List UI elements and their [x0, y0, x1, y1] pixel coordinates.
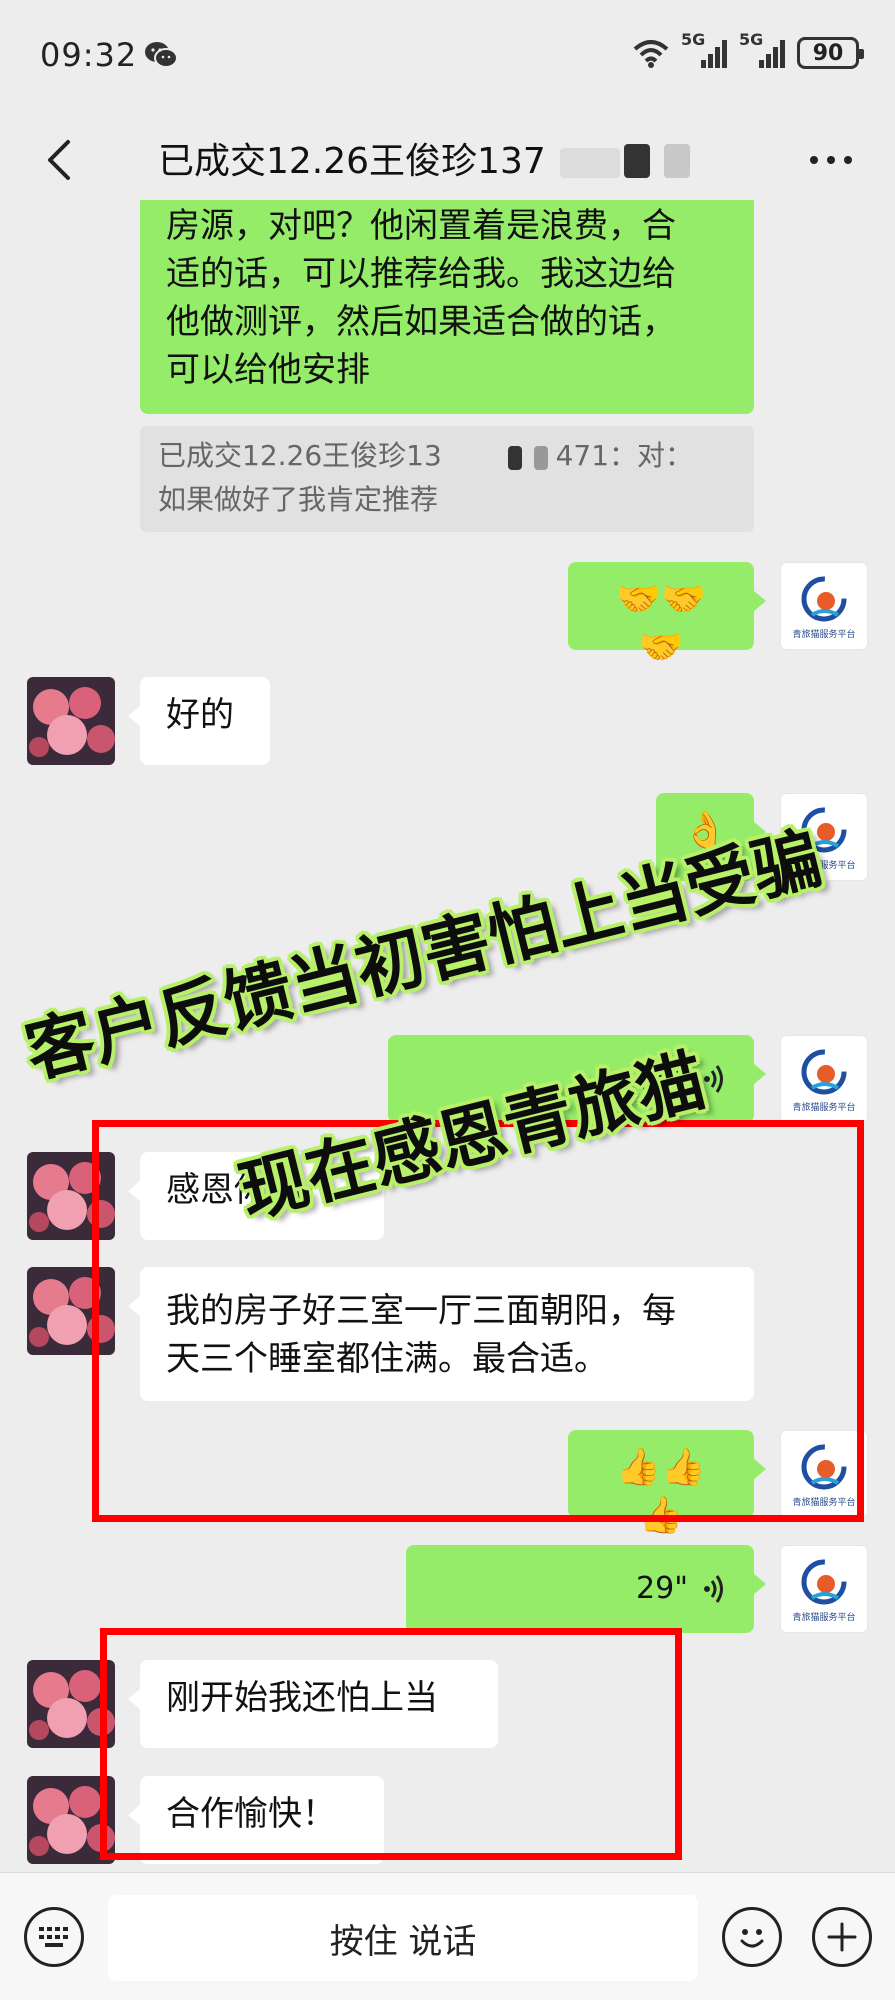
redacted-block [534, 446, 548, 470]
highlight-box [100, 1628, 682, 1860]
avatar-self[interactable]: 青旅猫服务平台 [780, 1545, 868, 1633]
avatar-self[interactable]: 青旅猫服务平台 [780, 793, 868, 881]
back-button[interactable] [28, 130, 88, 190]
message-bubble-contact[interactable]: 好的 [128, 677, 270, 765]
avatar-contact[interactable] [27, 677, 115, 765]
more-dots-icon [810, 156, 852, 164]
more-options-button[interactable] [791, 130, 871, 190]
chat-message-list[interactable]: 房源，对吧？他闲置着是浪费，合 适的话，可以推荐给我。我这边给 他做测评，然后如… [0, 200, 895, 1872]
redacted-block [508, 446, 522, 470]
voice-message-self[interactable]: 34" [388, 1035, 766, 1123]
message-bubble-self[interactable]: 🤝🤝🤝 [568, 562, 766, 668]
message-bubble-self[interactable]: 👌 [656, 793, 766, 881]
hold-to-talk-button[interactable]: 按住 说话 [108, 1895, 698, 1981]
wifi-icon [633, 40, 669, 68]
message-bubble-self[interactable]: 房源，对吧？他闲置着是浪费，合 适的话，可以推荐给我。我这边给 他做测评，然后如… [140, 200, 754, 414]
emoji-button[interactable] [722, 1907, 782, 1967]
redacted-block [624, 144, 650, 178]
voice-message-self[interactable]: 29" [406, 1545, 766, 1633]
qinglvmao-logo-icon [801, 1559, 847, 1604]
redacted-block [560, 148, 620, 178]
wechat-notification-icon [145, 42, 178, 68]
voice-wave-icon [704, 1575, 723, 1603]
chat-header: 已成交12.26王俊珍137 [0, 112, 895, 208]
signal-icon-2: 5G [739, 30, 787, 70]
avatar-self[interactable]: 青旅猫服务平台 [780, 1035, 868, 1123]
avatar-self[interactable]: 青旅猫服务平台 [780, 562, 868, 650]
battery-indicator: 90 [797, 37, 864, 69]
redacted-block [664, 144, 690, 178]
rose-avatar-icon [27, 677, 115, 765]
signal-icon-1: 5G [681, 30, 729, 70]
keyboard-icon [39, 1927, 68, 1947]
qinglvmao-logo-icon [801, 576, 847, 621]
more-actions-button[interactable] [812, 1907, 872, 1967]
system-icons: 5G 5G 90 [631, 30, 864, 70]
smiley-icon [740, 1929, 764, 1948]
input-bar: 按住 说话 [0, 1872, 895, 2000]
keyboard-toggle-button[interactable] [24, 1907, 84, 1967]
qinglvmao-logo-icon [801, 807, 847, 852]
chat-title: 已成交12.26王俊珍137 [158, 141, 546, 182]
qinglvmao-logo-icon [801, 1049, 847, 1094]
system-timestamp: 2月 [360, 951, 403, 981]
status-bar: 09:32 5G 5G 90 [0, 0, 895, 112]
voice-wave-icon [704, 1065, 723, 1093]
highlight-box [92, 1120, 864, 1522]
quoted-message[interactable]: 已成交12.26王俊珍13 471：对： 如果做好了我肯定推荐 [140, 426, 754, 532]
status-time: 09:32 [40, 36, 138, 74]
chevron-left-icon [48, 140, 70, 180]
plus-icon [827, 1922, 857, 1952]
